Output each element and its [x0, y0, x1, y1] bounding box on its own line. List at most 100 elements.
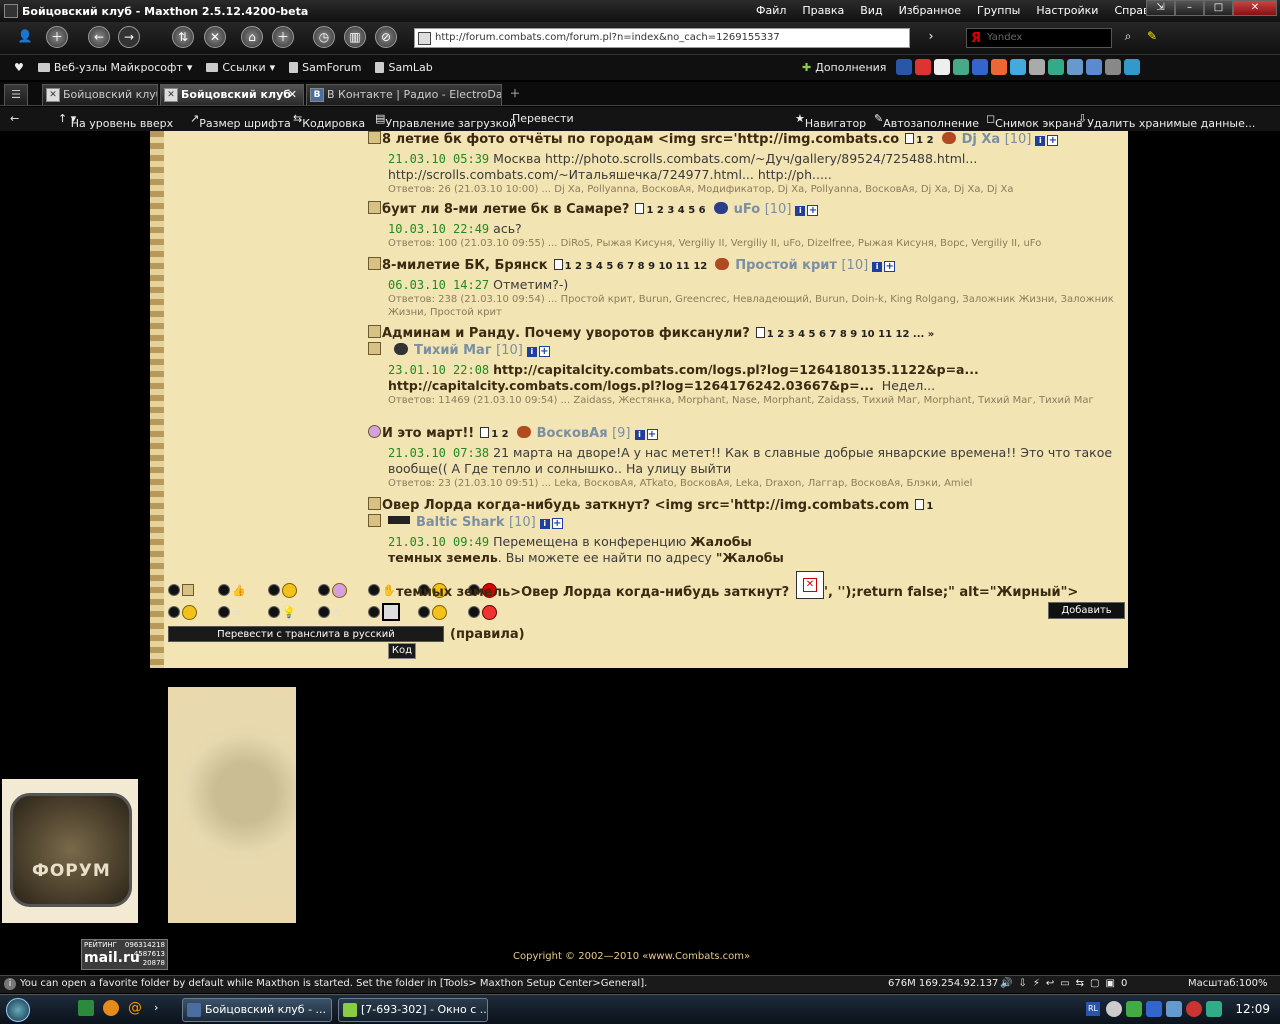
tab-close-icon[interactable]: ✕ [288, 85, 297, 104]
link-ms-sites[interactable]: Веб-узлы Майкрософт ▾ [37, 61, 192, 74]
go-button[interactable]: › [920, 26, 942, 48]
tray-icon[interactable] [1206, 1001, 1222, 1017]
topic-title[interactable]: Овер Лорда когда-нибудь заткнут? <img sr… [382, 498, 909, 513]
addons-button[interactable]: ✚ Дополнения [802, 61, 886, 74]
history-icon[interactable]: ◷ [313, 26, 335, 48]
back-button[interactable]: ← [88, 26, 110, 48]
editor-button[interactable] [318, 580, 368, 600]
add-favorite-button[interactable]: ＋ [272, 26, 294, 48]
plus-icon[interactable]: + [884, 261, 896, 272]
translate-plugin-icon[interactable] [1086, 59, 1102, 75]
tray-icon[interactable] [1146, 1001, 1162, 1017]
topic-title[interactable]: Админам и Ранду. Почему уворотов фиксану… [382, 326, 750, 341]
menu-settings[interactable]: Настройки [1028, 4, 1106, 17]
add-button[interactable]: Добавить [1048, 602, 1125, 619]
plus-icon[interactable]: + [646, 429, 658, 440]
link-samforum[interactable]: SamForum [289, 61, 361, 74]
menu-groups[interactable]: Группы [969, 4, 1028, 17]
topic-title[interactable]: 8-милетие БК, Брянск [382, 258, 548, 273]
mailru-counter[interactable]: РЕЙТИНГ mail.ru 096314218 4587613 20878 [81, 939, 168, 970]
chat-plugin-icon[interactable] [1048, 59, 1064, 75]
zoom-level[interactable]: Масштаб:100% [1188, 978, 1267, 989]
map-plugin-icon[interactable] [1010, 59, 1026, 75]
topic-pages[interactable]: 1 [926, 501, 933, 512]
up-level-button[interactable]: ↑ На уровень вверх ▾ [58, 112, 173, 130]
menu-favorites[interactable]: Избранное [891, 4, 969, 17]
sort-icon[interactable]: ⇅ [172, 26, 194, 48]
translate-button[interactable]: Перевести [512, 112, 574, 125]
plus-icon[interactable]: + [807, 205, 819, 216]
favorites-heart-icon[interactable]: ♥ [14, 61, 24, 74]
topic-title[interactable]: 8 летие бк фото отчёты по городам <img s… [382, 132, 899, 147]
tab-list-icon[interactable]: ☰ [4, 84, 28, 105]
photo-plugin-icon[interactable] [953, 59, 969, 75]
tab-combats-2[interactable]: ✕ Бойцовский клуб ✕ [160, 84, 304, 105]
forward-button[interactable]: → [118, 26, 140, 48]
search-box[interactable]: Я Yandex [966, 28, 1112, 48]
topic-author[interactable]: Тихий Маг [414, 343, 492, 358]
chevron-right-icon[interactable]: › [154, 1001, 158, 1014]
task-chat[interactable]: [7-693-302] - Окно с ... [338, 998, 488, 1022]
compass-plugin-icon[interactable] [972, 59, 988, 75]
task-browser[interactable]: Бойцовский клуб - ... [182, 998, 332, 1022]
start-button[interactable] [6, 998, 30, 1022]
close-button[interactable]: ✕ [1233, 0, 1277, 16]
info-icon[interactable]: i [1035, 136, 1046, 146]
home-button[interactable]: ⌂ [241, 26, 263, 48]
editor-button[interactable]: ⚠ [318, 602, 368, 622]
info-icon[interactable]: i [872, 262, 883, 272]
plus-icon[interactable]: + [551, 518, 563, 529]
topic-title[interactable]: буит ли 8-ми летие бк в Самаре? [382, 202, 629, 217]
info-icon[interactable]: i [795, 206, 806, 216]
arrow-left-icon[interactable]: ← [10, 112, 19, 125]
eraser-plugin-icon[interactable] [915, 59, 931, 75]
info-icon[interactable]: i [526, 347, 537, 357]
link-samlab[interactable]: SamLab [375, 61, 433, 74]
editor-button[interactable] [168, 602, 218, 622]
forum-logo[interactable]: ФОРУМ [2, 779, 138, 923]
tools-plugin-icon[interactable] [1029, 59, 1045, 75]
editor-button[interactable] [468, 602, 518, 622]
topic-pages[interactable]: 1 2 3 4 5 6 7 8 9 10 11 12 [565, 261, 708, 272]
tab-combats-1[interactable]: ✕ Бойцовский клуб [42, 84, 158, 105]
new-tab-button[interactable]: ＋ [46, 26, 68, 48]
topic-author[interactable]: ВосковАя [537, 426, 608, 441]
editor-button[interactable]: ⇨ [218, 602, 268, 622]
code-button[interactable] [368, 602, 418, 622]
topic-author[interactable]: uFo [734, 202, 761, 217]
topic-author[interactable]: Dj Xa [962, 132, 1001, 147]
maxthon-app-icon[interactable] [4, 4, 18, 18]
clear-data-button[interactable]: ⇩ Удалить хранимые данные... [1078, 112, 1255, 130]
menu-file[interactable]: Файл [748, 4, 794, 17]
maximize-button[interactable]: □ [1204, 0, 1233, 16]
rules-link[interactable]: (правила) [450, 627, 525, 642]
encoding-button[interactable]: ⇆ Кодировка [293, 112, 365, 130]
search-icon[interactable]: ⌕ [1117, 26, 1139, 48]
highlight-icon[interactable]: ✎ [1141, 26, 1163, 48]
gear-icon[interactable] [1105, 59, 1121, 75]
topic-pages[interactable]: 1 2 [916, 135, 933, 146]
autofill-button[interactable]: ✎ Автозаполнение [874, 112, 979, 130]
topic-author[interactable]: Простой крит [735, 258, 837, 273]
info-icon[interactable]: i [634, 430, 645, 440]
split-view-icon[interactable]: ▥ [344, 26, 366, 48]
clock[interactable]: 12:09 [1235, 1002, 1270, 1016]
editor-button[interactable] [418, 602, 468, 622]
refresh-plugin-icon[interactable] [1124, 59, 1140, 75]
tray-icon[interactable] [1186, 1001, 1202, 1017]
topic-title[interactable]: И это март!! [382, 426, 474, 441]
restore-button[interactable]: ⇲ [1146, 0, 1175, 16]
add-tray-icon[interactable] [1106, 1001, 1122, 1017]
network-tray-icon[interactable] [1166, 1001, 1182, 1017]
topic-pages[interactable]: 1 2 3 4 5 6 7 8 9 10 11 12 ... » [767, 329, 935, 340]
paint-plugin-icon[interactable] [991, 59, 1007, 75]
ad-block-icon[interactable]: ⊘ [375, 26, 397, 48]
quicklaunch-icon[interactable] [78, 1000, 94, 1016]
editor-button[interactable]: 💡 [268, 602, 318, 622]
language-indicator[interactable]: RL [1086, 1002, 1100, 1016]
screenshot-button[interactable]: ◻ Снимок экрана [986, 112, 1083, 130]
navigator-button[interactable]: ★ Навигатор [795, 112, 866, 130]
tab-vkontakte[interactable]: BВ Контакте | Радио - ElectroDan... [306, 84, 502, 105]
editor-button[interactable] [268, 580, 318, 600]
status-icons[interactable]: 🔊⇩⚡↩▭⇆▢▣0 [1000, 978, 1133, 989]
